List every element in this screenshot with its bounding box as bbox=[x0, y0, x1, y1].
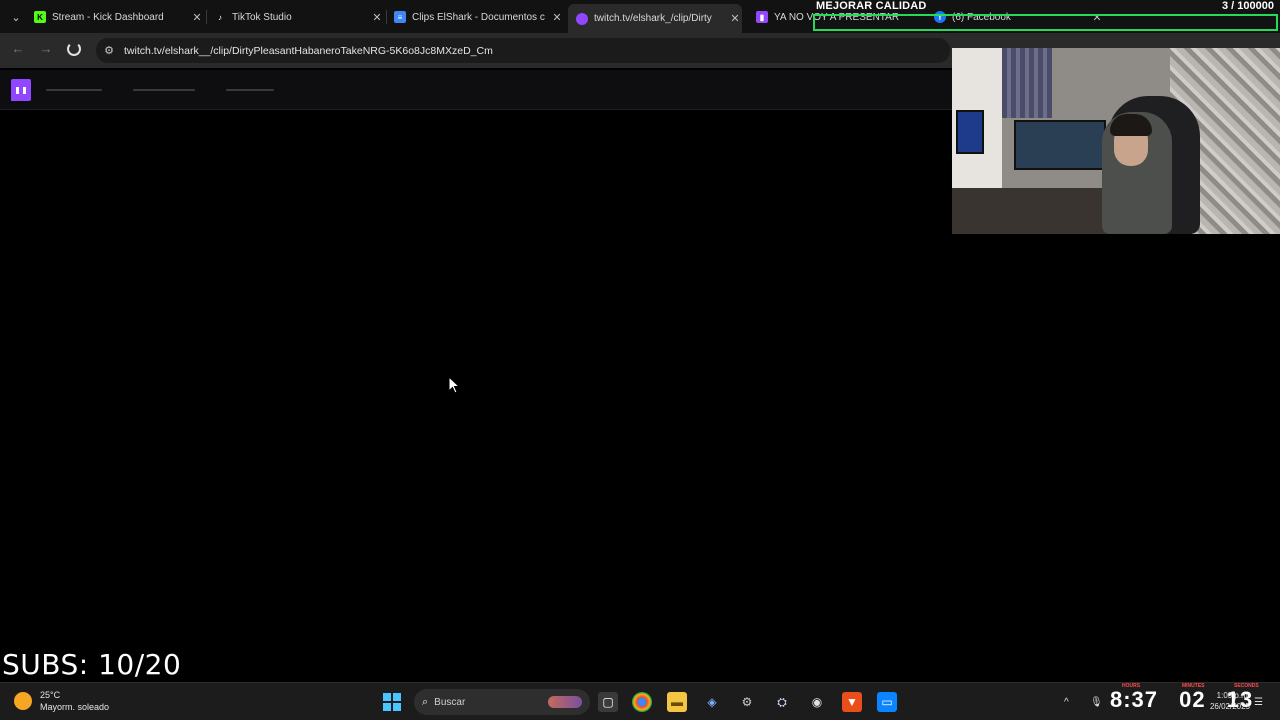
webcam-overlay bbox=[952, 48, 1280, 234]
site-settings-icon[interactable]: ⚙ bbox=[96, 44, 122, 57]
system-time: 1:09 p.m. bbox=[1216, 691, 1250, 700]
twitch-icon: ▮ bbox=[756, 11, 768, 23]
tiktok-icon: ♪ bbox=[214, 11, 226, 23]
microphone-icon[interactable]: 🎙 bbox=[1090, 683, 1103, 720]
nav-skeleton-following bbox=[46, 89, 102, 91]
nav-skeleton-browse bbox=[133, 89, 195, 91]
app-diamond-icon[interactable]: ◈ bbox=[702, 692, 722, 712]
sunny-weather-icon bbox=[14, 692, 32, 710]
settings-gear-icon[interactable]: ⚙ bbox=[737, 692, 757, 712]
docs-icon: ≡ bbox=[394, 11, 406, 23]
windows-logo-icon bbox=[383, 693, 401, 711]
twitch-logo-icon[interactable] bbox=[11, 79, 31, 101]
tab-label: Stream - Kick Dashboard bbox=[52, 11, 164, 23]
clock-label-minutes: MINUTES bbox=[1182, 683, 1205, 689]
start-button[interactable] bbox=[382, 692, 402, 712]
clock-hours: 8:37 bbox=[1110, 687, 1159, 712]
taskbar-search[interactable]: ⌕ Buscar bbox=[414, 689, 590, 715]
kick-icon: K bbox=[34, 11, 46, 23]
tab-label: Clips ElShark - Documentos c bbox=[412, 11, 545, 23]
nav-skeleton-more bbox=[226, 89, 274, 91]
search-highlight-image bbox=[548, 696, 582, 708]
tab-twitch-clip[interactable]: twitch.tv/elshark_/clip/Dirty ✕ bbox=[568, 4, 742, 33]
close-icon[interactable]: ✕ bbox=[190, 11, 204, 24]
tab-divider bbox=[206, 10, 207, 24]
notification-icon[interactable]: ☰ bbox=[1254, 683, 1263, 720]
clock-label-hours: HOURS bbox=[1122, 683, 1141, 689]
tab-search-chevron-icon[interactable]: ⌄ bbox=[6, 8, 26, 26]
close-icon[interactable]: ✕ bbox=[550, 11, 564, 24]
app-window-icon[interactable]: ▭ bbox=[877, 692, 897, 712]
close-icon[interactable]: ✕ bbox=[728, 12, 742, 25]
overlay-goal-counter: 3 / 100000 bbox=[1222, 0, 1274, 12]
address-bar[interactable]: ⚙ twitch.tv/elshark__/clip/DirtyPleasant… bbox=[96, 38, 950, 63]
steam-icon[interactable]: ⛭ bbox=[772, 692, 792, 712]
tab-clips-docs[interactable]: ≡ Clips ElShark - Documentos c ✕ bbox=[394, 4, 564, 30]
file-explorer-icon[interactable]: ▬ bbox=[667, 692, 687, 712]
system-clock[interactable]: 1:09 p.m. 26/02/2025 bbox=[1196, 690, 1250, 712]
overlay-goal-title: MEJORAR CALIDAD bbox=[816, 0, 927, 12]
weather-widget[interactable]: 25°C Mayorm. soleado bbox=[14, 689, 109, 713]
tab-kick-dashboard[interactable]: K Stream - Kick Dashboard ✕ bbox=[34, 4, 204, 30]
tab-label: twitch.tv/elshark_/clip/Dirty bbox=[594, 13, 712, 24]
goal-progress-frame bbox=[813, 14, 1278, 31]
obs-icon[interactable]: ◉ bbox=[807, 692, 827, 712]
tab-divider bbox=[386, 10, 387, 24]
weather-desc: Mayorm. soleado bbox=[40, 702, 110, 712]
chrome-icon[interactable] bbox=[632, 692, 652, 712]
weather-temp: 25°C bbox=[40, 690, 61, 700]
subs-goal-text: SUBS: 10/20 bbox=[2, 648, 182, 681]
search-placeholder: Buscar bbox=[434, 696, 466, 708]
forward-arrow-icon[interactable]: → bbox=[36, 41, 56, 59]
screen: ⌄ K Stream - Kick Dashboard ✕ ♪ TikTok S… bbox=[0, 0, 1280, 720]
task-view-icon[interactable]: ▢ bbox=[598, 692, 618, 712]
loading-icon bbox=[576, 12, 588, 25]
brave-icon[interactable]: ▼ bbox=[842, 692, 862, 712]
system-date: 26/02/2025 bbox=[1209, 702, 1250, 711]
search-icon: ⌕ bbox=[422, 695, 429, 708]
tab-label: TikTok Studio bbox=[232, 11, 292, 23]
back-arrow-icon[interactable]: ← bbox=[8, 41, 28, 59]
loading-spinner-icon[interactable] bbox=[67, 42, 81, 56]
address-url: twitch.tv/elshark__/clip/DirtyPleasantHa… bbox=[124, 44, 493, 57]
close-icon[interactable]: ✕ bbox=[370, 11, 384, 24]
windows-taskbar: 25°C Mayorm. soleado ⌕ Buscar ▢ ▬ ◈ ⚙ ⛭ … bbox=[0, 682, 1280, 720]
tab-tiktok-studio[interactable]: ♪ TikTok Studio ✕ bbox=[214, 4, 384, 30]
tray-overflow-icon[interactable]: ^ bbox=[1064, 683, 1069, 720]
